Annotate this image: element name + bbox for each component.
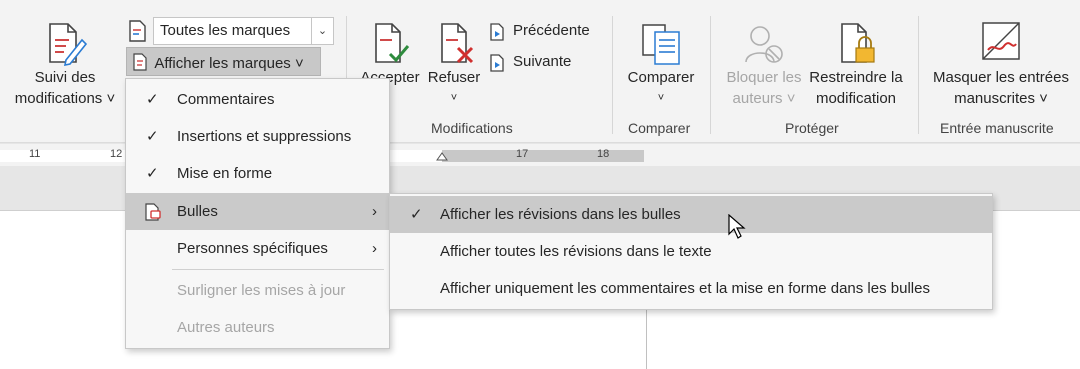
menu-item-formatting[interactable]: ✓ Mise en forme [126, 155, 389, 192]
compare-label: Comparer [627, 69, 695, 86]
menu-item-comments[interactable]: ✓ Commentaires [126, 81, 389, 118]
markup-icon [129, 20, 146, 42]
menu-item-label: Mise en forme [177, 165, 273, 182]
block-authors-icon [745, 26, 783, 63]
check-icon: ✓ [410, 206, 423, 223]
menu-item-label: Surligner les mises à jour [177, 282, 346, 299]
next-icon [490, 54, 504, 72]
submenu-item-label: Afficher les révisions dans les bulles [440, 206, 681, 223]
restrict-editing-label-2: modification [815, 90, 897, 107]
submenu-item-label: Afficher uniquement les commentaires et … [440, 280, 930, 297]
mouse-cursor-icon [728, 214, 746, 239]
separator [918, 16, 919, 134]
ruler-tick-label: 12 [110, 148, 123, 160]
indent-marker-icon[interactable] [436, 151, 448, 161]
reject-label: Refuser [427, 69, 481, 86]
ruler-left-area [0, 150, 125, 162]
restrict-editing-button[interactable]: Restreindre la modification [806, 20, 906, 108]
track-changes-label-2: modifications ˅ [14, 90, 116, 107]
menu-item-highlight-updates: Surligner les mises à jour [126, 272, 389, 309]
page-boundary [646, 300, 647, 369]
chevron-down-icon[interactable]: ˅ [620, 88, 702, 109]
check-icon: ✓ [146, 165, 159, 182]
menu-item-label: Bulles [177, 203, 218, 220]
bubbles-icon [145, 203, 161, 221]
compare-icon [642, 24, 680, 65]
ruler-white-area [390, 150, 442, 162]
block-authors-label-2: auteurs ˅ [732, 90, 796, 107]
next-button[interactable]: Suivante [489, 51, 599, 77]
track-changes-button[interactable]: Suivi des modifications ˅ [8, 20, 122, 112]
hide-ink-icon [982, 22, 1020, 60]
previous-label: Précédente [513, 22, 590, 39]
check-icon: ✓ [146, 128, 159, 145]
block-authors-button: Bloquer les auteurs ˅ [722, 20, 806, 108]
submenu-item-all-inline[interactable]: Afficher toutes les révisions dans le te… [390, 233, 992, 270]
menu-item-insertions[interactable]: ✓ Insertions et suppressions [126, 118, 389, 155]
hide-ink-label-2: manuscrites ˅ [954, 90, 1048, 107]
show-markup-button[interactable]: Afficher les marques ˅ [126, 47, 321, 76]
next-label: Suivante [513, 53, 572, 70]
chevron-down-icon[interactable]: ⌄ [311, 18, 333, 44]
group-label-protect: Protéger [785, 120, 839, 136]
reject-icon [441, 23, 474, 64]
menu-item-label: Commentaires [177, 91, 275, 108]
menu-item-label: Insertions et suppressions [177, 128, 352, 145]
submenu-item-revisions-in-bubbles[interactable]: ✓ Afficher les révisions dans les bulles [390, 196, 992, 233]
separator [612, 16, 613, 134]
menu-item-label: Autres auteurs [177, 319, 275, 336]
reject-button[interactable]: Refuser ˅ [426, 20, 482, 108]
ruler-tick-label: 18 [597, 148, 610, 160]
track-changes-label-1: Suivi des [34, 69, 96, 86]
restrict-editing-label-1: Restreindre la [809, 69, 903, 86]
separator [710, 16, 711, 134]
submenu-item-comments-only[interactable]: Afficher uniquement les commentaires et … [390, 270, 992, 307]
accept-icon [375, 23, 410, 63]
show-markup-label: Afficher les marques ˅ [154, 55, 304, 72]
submenu-item-label: Afficher toutes les révisions dans le te… [440, 243, 712, 260]
show-markup-icon [133, 53, 147, 71]
group-label-ink: Entrée manuscrite [940, 120, 1054, 136]
menu-item-other-authors: Autres auteurs [126, 309, 389, 346]
menu-item-bubbles[interactable]: Bulles › [126, 193, 389, 230]
ruler-margin-area [442, 150, 644, 162]
show-markup-menu: ✓ Commentaires ✓ Insertions et suppressi… [125, 78, 390, 349]
ruler-tick-label: 17 [516, 148, 529, 160]
previous-button[interactable]: Précédente [489, 20, 599, 46]
chevron-right-icon: › [372, 203, 377, 220]
chevron-right-icon: › [372, 240, 377, 257]
previous-icon [490, 23, 504, 41]
group-label-compare: Comparer [628, 120, 691, 136]
menu-item-label: Personnes spécifiques [177, 240, 328, 257]
track-changes-icon [49, 23, 88, 66]
hide-ink-label-1: Masquer les entrées [933, 69, 1069, 86]
compare-button[interactable]: Comparer ˅ [620, 20, 702, 108]
ruler-tick-label: 11 [29, 148, 41, 160]
chevron-down-icon[interactable]: ˅ [426, 88, 482, 109]
menu-item-specific-people[interactable]: Personnes spécifiques › [126, 230, 389, 267]
block-authors-label-1: Bloquer les [726, 69, 802, 86]
lock-icon [841, 23, 875, 63]
menu-separator [172, 269, 384, 270]
check-icon: ✓ [146, 91, 159, 108]
group-label-modifications: Modifications [431, 120, 513, 136]
hide-ink-button[interactable]: Masquer les entrées manuscrites ˅ [928, 20, 1074, 108]
markup-display-value: Toutes les marques [160, 22, 291, 39]
markup-display-select[interactable]: Toutes les marques ⌄ [153, 17, 334, 45]
bubbles-submenu: ✓ Afficher les révisions dans les bulles… [389, 193, 993, 310]
